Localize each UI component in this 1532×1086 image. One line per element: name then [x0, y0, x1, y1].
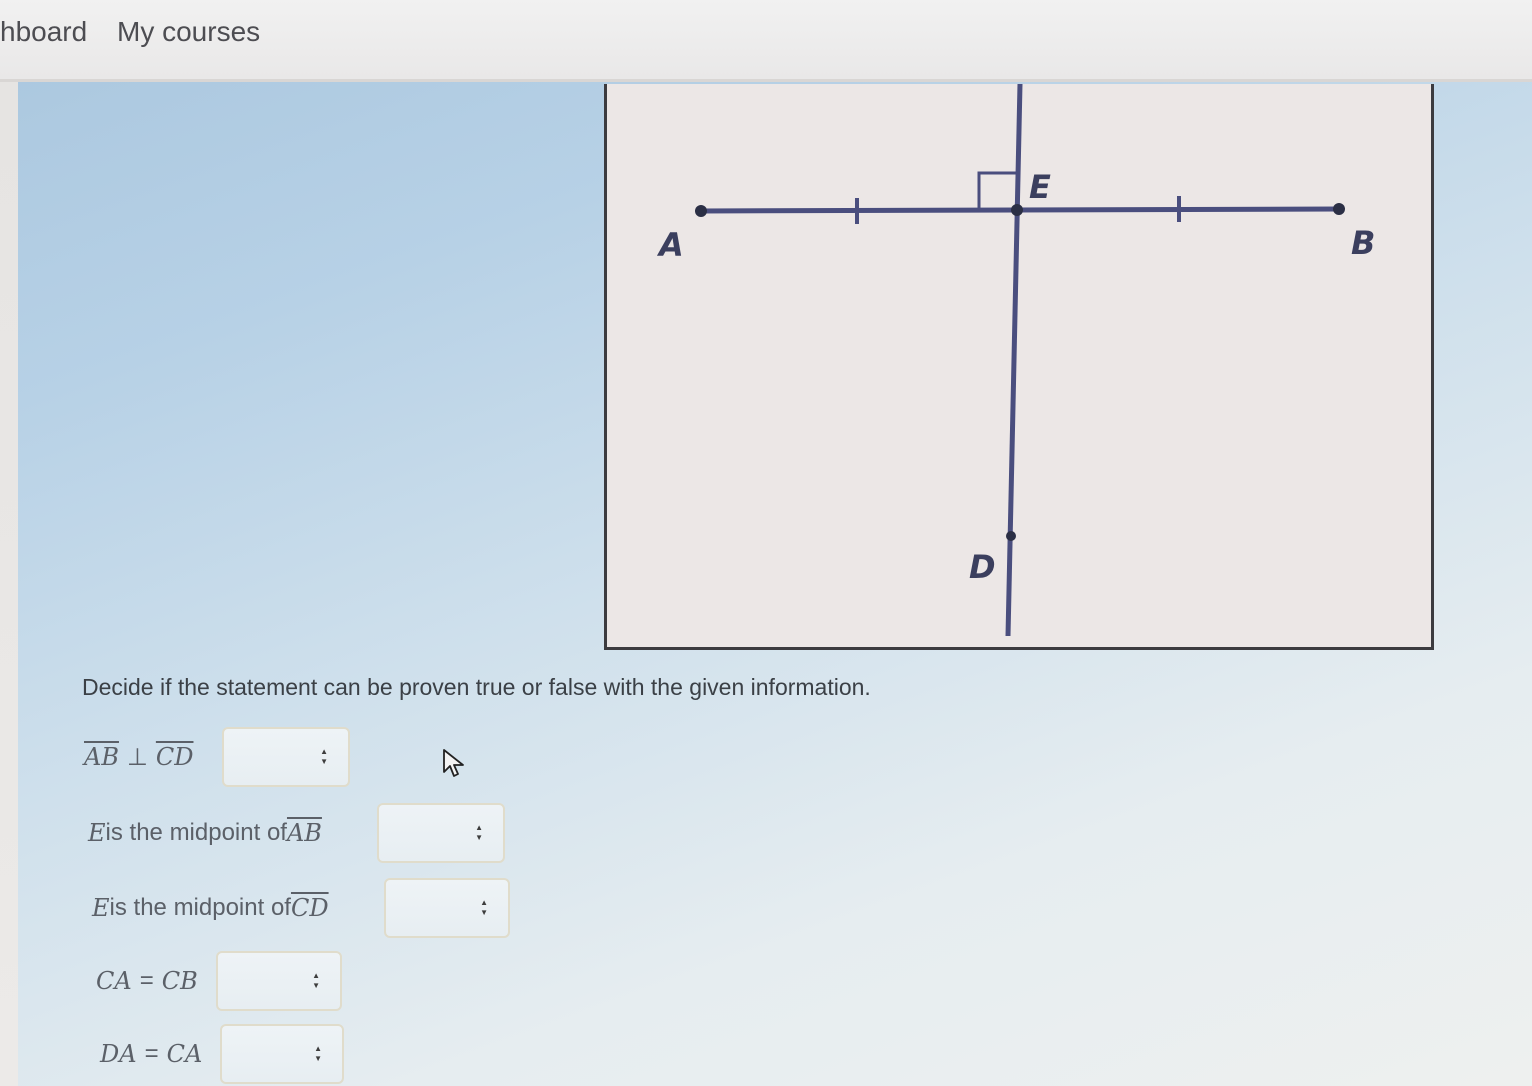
nav-my-courses-link[interactable]: My courses	[117, 16, 260, 48]
geometry-figure: A B E D	[604, 84, 1434, 650]
statement-text: E is the midpoint of CD	[92, 878, 329, 938]
dropdown-caret-icon: ▲ ▼	[312, 971, 320, 990]
dropdown-caret-icon: ▲ ▼	[320, 747, 328, 766]
dropdown-caret-icon: ▲ ▼	[314, 1044, 322, 1063]
statement-segment: is the midpoint of	[109, 894, 291, 921]
label-d: D	[969, 548, 996, 586]
statement-segment: E	[88, 819, 106, 847]
point-a	[695, 205, 707, 217]
mouse-cursor-icon	[443, 749, 464, 777]
statement-segment: =	[144, 1040, 159, 1067]
question-prompt: Decide if the statement can be proven tr…	[82, 674, 871, 700]
dropdown-caret-icon: ▲ ▼	[475, 823, 483, 842]
line-cd	[1005, 84, 1023, 637]
label-e: E	[1029, 168, 1051, 206]
statement-segment: is the midpoint of	[105, 819, 287, 846]
left-page-edge	[0, 82, 18, 1086]
statement-segment: =	[139, 967, 154, 994]
statement-segment: ⊥	[126, 743, 148, 771]
statement-segment: CD	[290, 894, 329, 922]
statement-text: E is the midpoint of AB	[88, 803, 322, 863]
statement-text: CA = CB	[96, 951, 198, 1011]
statement-segment: E	[92, 894, 110, 922]
statement-segment: CD	[155, 743, 194, 771]
statement-text: AB ⊥ CD	[84, 727, 193, 787]
label-b: B	[1351, 224, 1375, 262]
statement-segment: CA	[96, 967, 132, 995]
true-false-dropdown[interactable]: ▲ ▼	[377, 803, 505, 863]
statement-segment: DA	[100, 1040, 137, 1068]
top-navigation-bar: hboard My courses	[0, 0, 1532, 82]
dropdown-caret-icon: ▲ ▼	[480, 898, 488, 917]
point-d	[1006, 531, 1016, 541]
statement-text: DA = CA	[100, 1024, 202, 1084]
true-false-dropdown[interactable]: ▲ ▼	[216, 951, 342, 1011]
true-false-dropdown[interactable]: ▲ ▼	[220, 1024, 344, 1084]
true-false-dropdown[interactable]: ▲ ▼	[384, 878, 510, 938]
label-a: A	[656, 226, 684, 264]
true-false-dropdown[interactable]: ▲ ▼	[222, 727, 350, 787]
nav-dashboard-link[interactable]: hboard	[0, 16, 87, 48]
statement-segment: AB	[84, 743, 119, 771]
statement-segment: AB	[286, 819, 322, 847]
statement-segment: CB	[161, 967, 198, 995]
point-b	[1333, 203, 1345, 215]
statement-segment: CA	[166, 1040, 203, 1068]
geometry-diagram: A B E D	[656, 84, 1375, 637]
right-angle-marker	[977, 171, 1016, 210]
point-e	[1011, 204, 1023, 216]
